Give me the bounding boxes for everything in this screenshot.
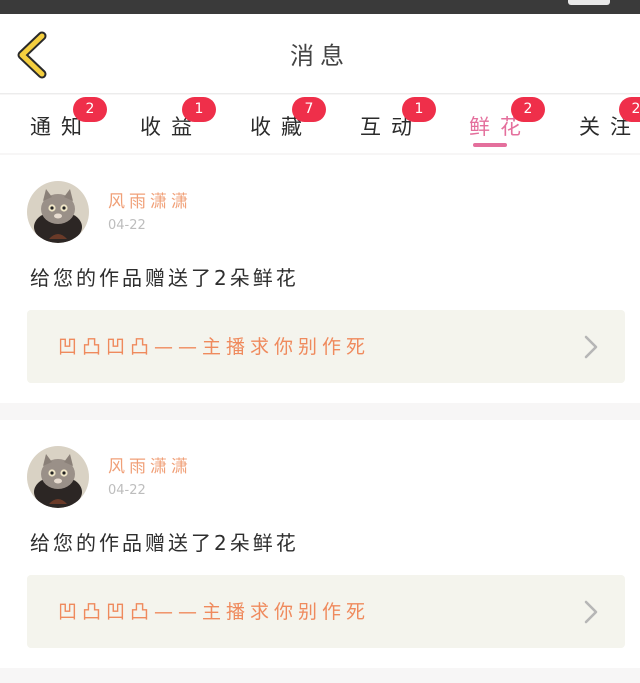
unread-badge: 2: [73, 97, 107, 122]
message-card: 风雨潇潇 04-22 给您的作品赠送了2朵鲜花 凹凸凹凸——主播求你别作死: [0, 420, 640, 668]
unread-badge: 7: [292, 97, 326, 122]
header: 消息: [0, 14, 640, 94]
unread-badge: 2: [511, 97, 545, 122]
status-indicator: [568, 0, 610, 5]
avatar[interactable]: [27, 181, 89, 243]
chevron-right-icon: [584, 335, 598, 359]
unread-badge: 2: [619, 97, 640, 122]
work-link[interactable]: 凹凸凹凸——主播求你别作死: [27, 575, 625, 648]
message-date: 04-22: [108, 483, 146, 498]
message-date: 04-22: [108, 218, 146, 233]
active-tab-indicator: [473, 143, 507, 147]
chevron-right-icon: [584, 600, 598, 624]
status-bar: [0, 0, 640, 14]
unread-badge: 1: [402, 97, 436, 122]
tab-bar: 通知 2 收益 1 收藏 7 互动 1 鲜花 2 关注 2: [0, 95, 640, 153]
cat-avatar: [27, 446, 89, 508]
cat-avatar: [27, 181, 89, 243]
message-text: 给您的作品赠送了2朵鲜花: [30, 266, 299, 290]
sender-name[interactable]: 风雨潇潇: [108, 452, 192, 477]
sender-name[interactable]: 风雨潇潇: [108, 187, 192, 212]
work-title: 凹凸凹凸——主播求你别作死: [58, 601, 371, 623]
work-title: 凹凸凹凸——主播求你别作死: [58, 336, 371, 358]
page-title: 消息: [290, 42, 350, 70]
avatar[interactable]: [27, 446, 89, 508]
unread-badge: 1: [182, 97, 216, 122]
message-text: 给您的作品赠送了2朵鲜花: [30, 531, 299, 555]
work-link[interactable]: 凹凸凹凸——主播求你别作死: [27, 310, 625, 383]
message-card: 风雨潇潇 04-22 给您的作品赠送了2朵鲜花 凹凸凹凸——主播求你别作死: [0, 155, 640, 403]
